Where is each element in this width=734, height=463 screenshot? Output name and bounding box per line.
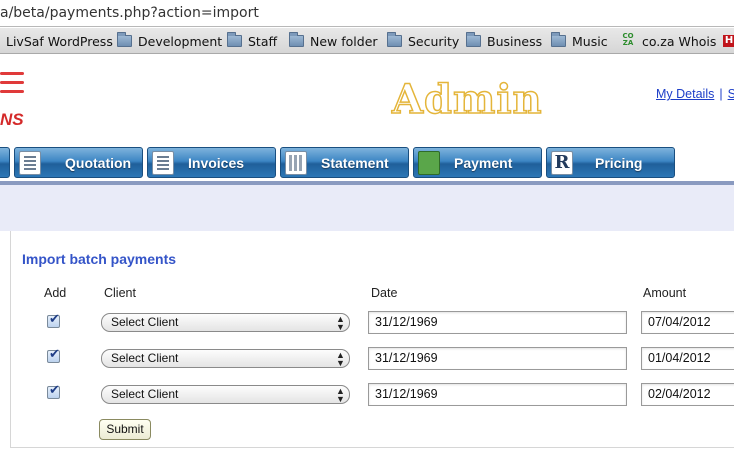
date-field[interactable]: 31/12/1969 [368,347,627,370]
tab-invoices[interactable]: Invoices [147,147,276,178]
tab-statement[interactable]: Statement [280,147,409,178]
header-links: My Details | S [656,87,734,101]
folder-icon [466,32,481,47]
s-link[interactable]: S [728,87,734,101]
add-checkbox[interactable] [47,383,60,399]
calculator-icon [285,150,307,175]
red-square-icon: H [723,35,734,47]
add-checkbox[interactable] [47,312,60,328]
money-icon [418,150,440,175]
bookmark-development[interactable]: Development [117,32,222,50]
doc-icon [152,150,174,175]
column-header-amount: Amount [643,286,687,300]
date-field[interactable]: 31/12/1969 [368,311,627,334]
logo-text: NS [0,110,24,129]
folder-icon [289,32,304,47]
client-select[interactable]: Select Client ▲ ▼ [101,385,350,404]
bookmark-coza-whois[interactable]: CO ZA co.za Whois [620,32,716,50]
amount-field[interactable]: 07/04/2012 [641,311,734,334]
bookmark-business[interactable]: Business [466,32,542,50]
column-header-add: Add [44,286,67,300]
folder-icon [227,32,242,47]
page-title: Admin [391,75,543,124]
amount-field[interactable]: 02/04/2012 [641,383,734,406]
bookmarks-bar: LivSaf WordPress Development Staff New f… [0,28,734,54]
column-header-client: Client [104,286,136,300]
column-header-date: Date [371,286,398,300]
bookmark-staff[interactable]: Staff [227,32,277,50]
tab-partial[interactable] [0,147,10,178]
bookmark-music[interactable]: Music [551,32,608,50]
logo-mark [0,72,24,99]
tab-quotation[interactable]: Quotation [14,147,143,178]
address-bar[interactable]: a/beta/payments.php?action=import [0,0,734,27]
client-select[interactable]: Select Client ▲ ▼ [101,349,350,368]
coza-icon: CO ZA [622,32,634,47]
tab-payment[interactable]: Payment [413,147,542,178]
select-arrows-icon: ▲ ▼ [336,314,345,332]
select-arrows-icon: ▲ ▼ [336,350,345,368]
folder-icon [117,32,132,47]
folder-icon [387,32,402,47]
date-field[interactable]: 31/12/1969 [368,383,627,406]
form-title: Import batch payments [22,251,177,267]
bookmark-livsaf-wordpress[interactable]: LivSaf WordPress [6,32,113,50]
r-letter-icon: R [551,150,573,175]
submit-button[interactable]: Submit [99,419,151,440]
bookmark-security[interactable]: Security [387,32,459,50]
add-checkbox[interactable] [47,347,60,363]
tab-pricing[interactable]: R Pricing [546,147,675,178]
select-arrows-icon: ▲ ▼ [336,386,345,404]
main-nav: Quotation Invoices Statement Payment R P… [0,147,734,179]
folder-icon [551,32,566,47]
amount-field[interactable]: 01/04/2012 [641,347,734,370]
bookmark-h[interactable]: H [723,32,734,50]
url-text: a/beta/payments.php?action=import [0,5,259,21]
bookmark-new-folder[interactable]: New folder [289,32,378,50]
my-details-link[interactable]: My Details [656,87,714,101]
doc-icon [19,150,41,175]
content-band [0,185,734,231]
client-select[interactable]: Select Client ▲ ▼ [101,313,350,332]
